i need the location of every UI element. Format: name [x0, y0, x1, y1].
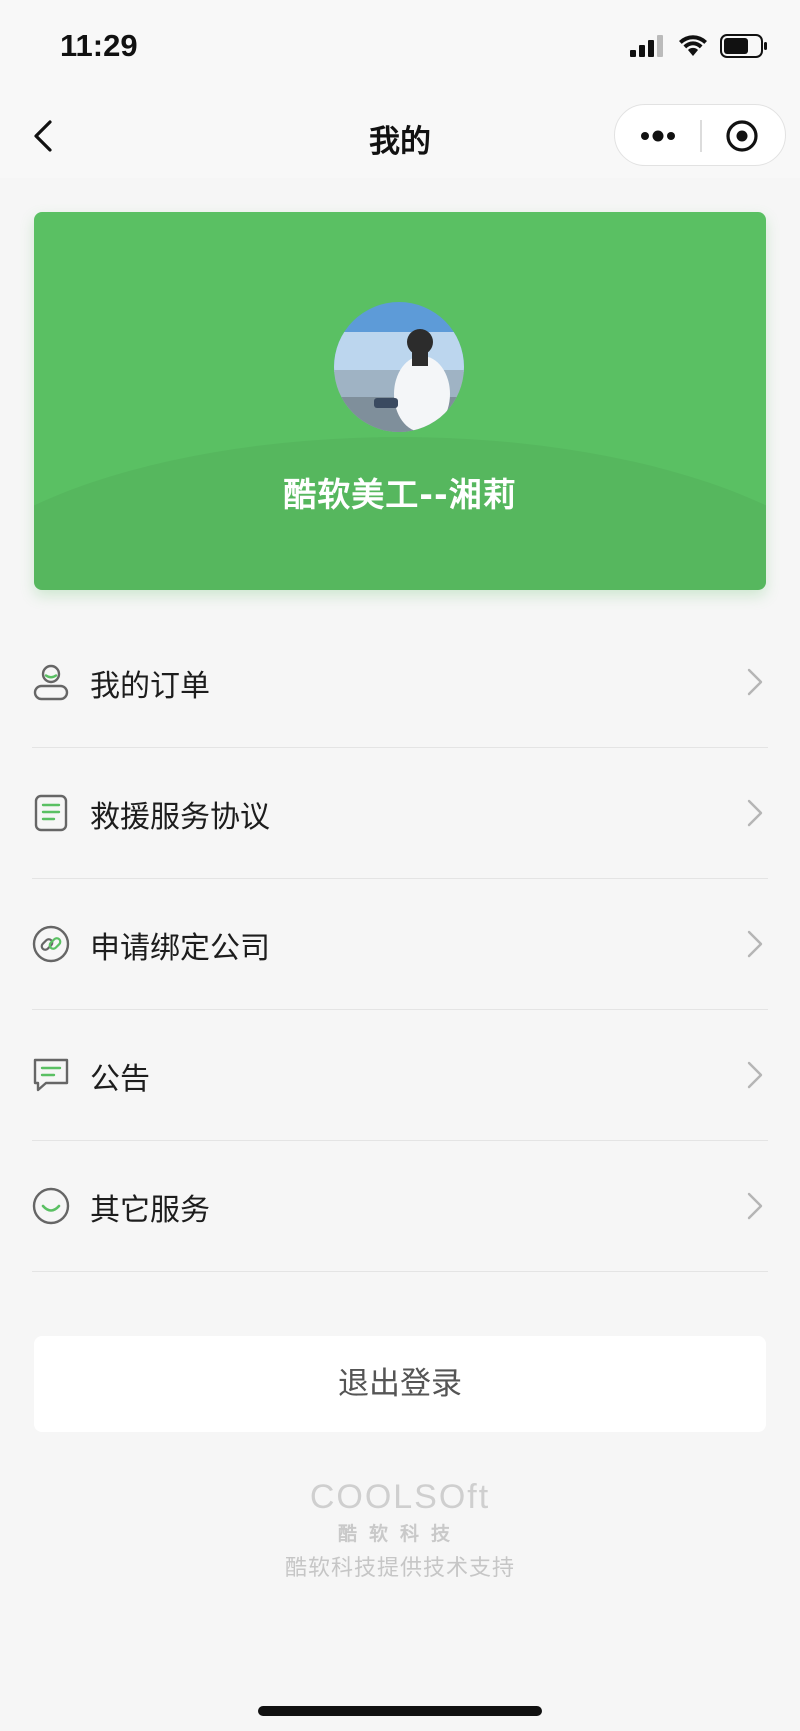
- menu-label: 其它服务: [90, 1193, 210, 1228]
- user-icon: [33, 664, 69, 701]
- link-icon: [32, 925, 70, 963]
- coolsoft-logo: COOLSOft: [309, 1478, 491, 1516]
- menu-item-my-orders[interactable]: 我的订单: [0, 617, 800, 748]
- username: 酷软美工--湘莉: [283, 475, 517, 514]
- chevron-right-icon: [747, 930, 763, 958]
- menu-item-announcement[interactable]: 公告: [0, 1010, 800, 1141]
- target-icon: [726, 120, 758, 152]
- wifi-icon: [679, 35, 707, 56]
- status-bar: 11:29: [0, 0, 800, 96]
- nav-bar: 我的: [0, 96, 800, 178]
- menu-label: 我的订单: [90, 669, 210, 704]
- status-time: 11:29: [60, 28, 138, 63]
- mini-program-capsule: [614, 104, 786, 166]
- more-icon: [641, 130, 675, 142]
- menu-item-other-services[interactable]: 其它服务: [0, 1141, 800, 1272]
- battery-icon: [720, 34, 767, 58]
- menu-list: 我的订单 救援服务协议 申请绑定公司 公告 其它服务: [0, 617, 800, 1272]
- avatar[interactable]: [334, 302, 464, 432]
- chevron-right-icon: [747, 1192, 763, 1220]
- chevron-right-icon: [747, 668, 763, 696]
- chevron-right-icon: [747, 799, 763, 827]
- smile-icon: [32, 1187, 70, 1225]
- menu-item-rescue-agreement[interactable]: 救援服务协议: [0, 748, 800, 879]
- status-icons: [630, 34, 768, 58]
- message-icon: [33, 1058, 69, 1092]
- profile-card: 酷软美工--湘莉: [34, 212, 766, 590]
- signal-icon: [630, 35, 663, 57]
- menu-label: 申请绑定公司: [90, 931, 270, 966]
- clipboard-icon: [34, 794, 68, 832]
- footer-brand: 酷软科技: [337, 1523, 462, 1545]
- more-button[interactable]: [615, 105, 701, 165]
- footer: COOLSOft 酷软科技 酷软科技提供技术支持: [0, 1478, 800, 1582]
- close-mini-program-button[interactable]: [699, 105, 785, 165]
- menu-label: 公告: [90, 1062, 150, 1097]
- chevron-right-icon: [747, 1061, 763, 1089]
- footer-support-text: 酷软科技提供技术支持: [284, 1556, 515, 1581]
- logout-button[interactable]: 退出登录: [34, 1336, 766, 1432]
- home-indicator: [258, 1706, 542, 1716]
- menu-item-bind-company[interactable]: 申请绑定公司: [0, 879, 800, 1010]
- avatar-photo: [334, 302, 464, 432]
- menu-label: 救援服务协议: [90, 800, 270, 835]
